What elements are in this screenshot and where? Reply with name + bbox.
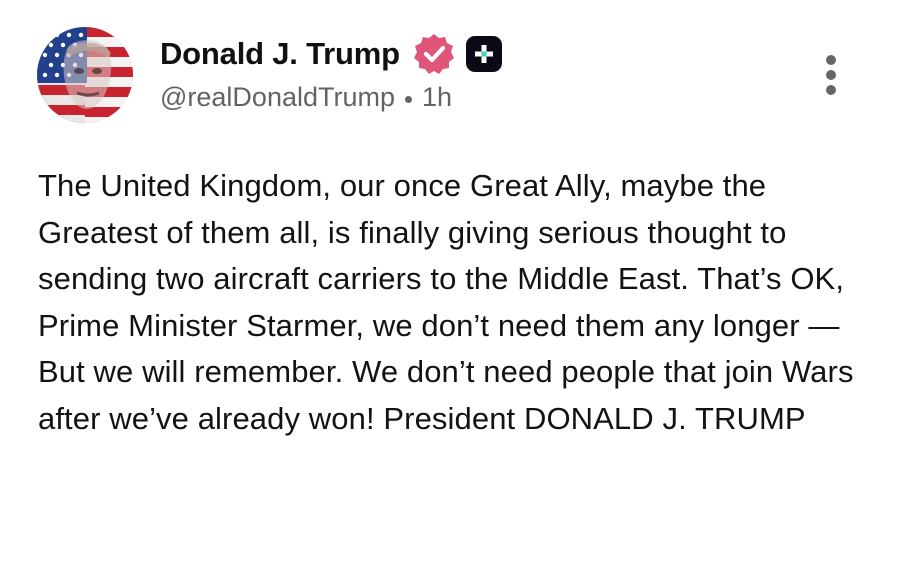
post-header: Donald J. Trump @realDonaldTrump 1h: [160, 30, 800, 113]
author-handle[interactable]: @realDonaldTrump: [160, 82, 395, 113]
avatar[interactable]: [37, 27, 133, 123]
separator-dot-icon: [405, 96, 412, 103]
post-card: Donald J. Trump @realDonaldTrump 1h The …: [0, 0, 900, 575]
author-display-name[interactable]: Donald J. Trump: [160, 36, 400, 72]
post-timestamp[interactable]: 1h: [422, 82, 452, 113]
post-body-text: The United Kingdom, our once Great Ally,…: [38, 168, 854, 436]
more-options-button[interactable]: [812, 50, 850, 100]
verified-badge-icon: [412, 32, 456, 76]
author-meta-row: @realDonaldTrump 1h: [160, 82, 800, 113]
author-name-row: Donald J. Trump: [160, 30, 800, 78]
plus-badge-icon: [465, 36, 502, 72]
vertical-ellipsis-icon: [826, 55, 836, 95]
avatar-flag-portrait-icon: [37, 27, 133, 123]
